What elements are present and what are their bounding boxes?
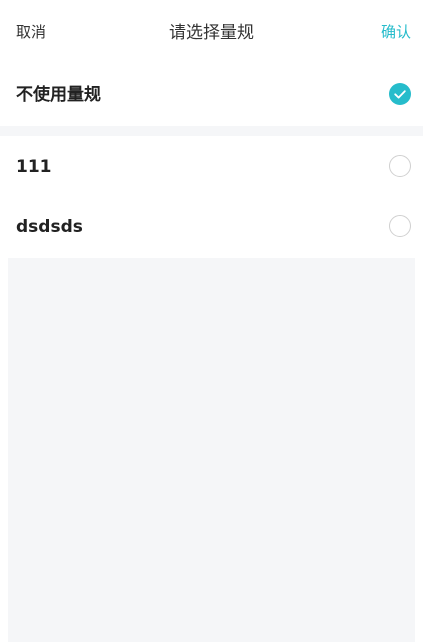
option-row-111[interactable]: 111 <box>0 136 423 198</box>
empty-circle-icon[interactable] <box>389 155 411 177</box>
header-bar: 取消 请选择量规 确认 <box>0 0 423 64</box>
check-circle-svg <box>389 83 411 105</box>
option-label: 不使用量规 <box>16 85 101 105</box>
confirm-button[interactable]: 确认 <box>381 20 411 44</box>
option-label: dsdsds <box>16 217 83 237</box>
option-label: 111 <box>16 157 52 177</box>
gauge-picker-page: 取消 请选择量规 确认 不使用量规 111 dsdsds <box>0 0 423 642</box>
option-row-no-gauge[interactable]: 不使用量规 <box>0 64 423 126</box>
empty-circle-icon[interactable] <box>389 215 411 237</box>
check-circle-icon[interactable] <box>389 83 411 105</box>
section-divider <box>0 126 423 136</box>
empty-area <box>8 258 415 642</box>
page-title: 请选择量规 <box>169 23 254 43</box>
option-row-dsdsds[interactable]: dsdsds <box>0 196 423 258</box>
